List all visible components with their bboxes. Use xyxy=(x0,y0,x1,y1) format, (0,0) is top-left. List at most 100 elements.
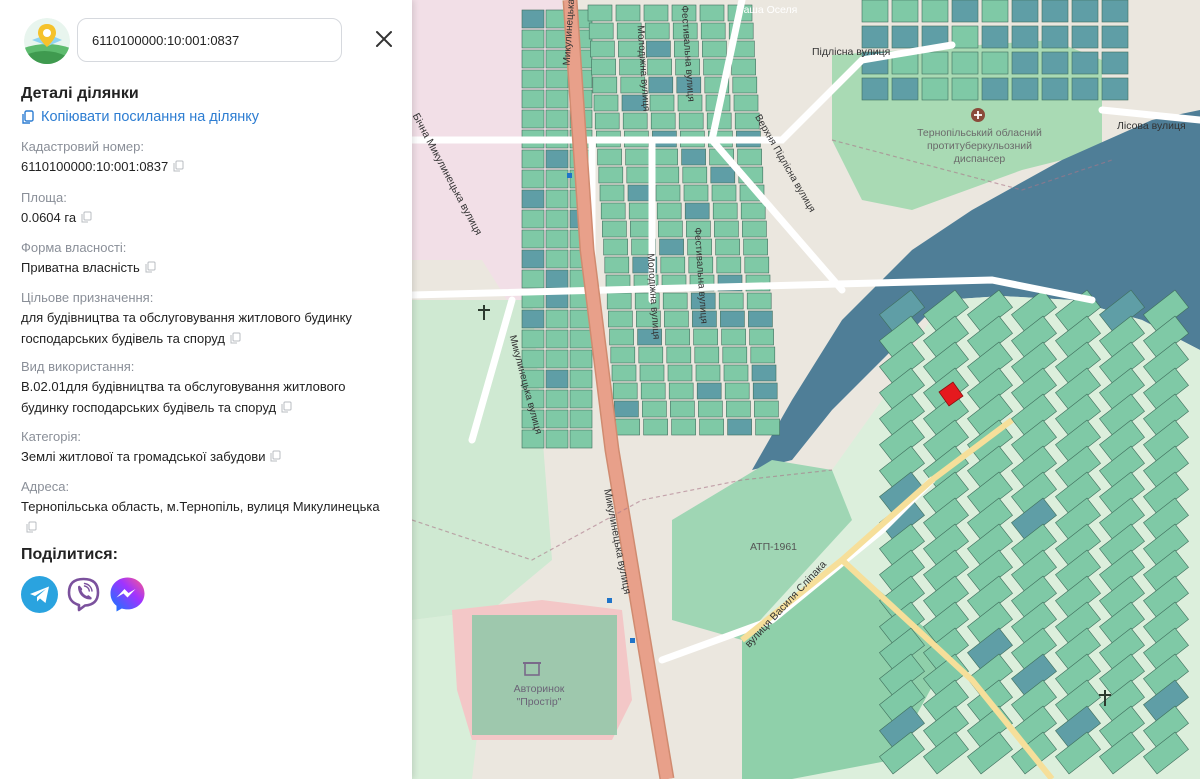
parcel[interactable] xyxy=(647,58,672,76)
parcel[interactable] xyxy=(666,346,692,364)
parcel[interactable] xyxy=(921,77,949,101)
parcel[interactable] xyxy=(1071,0,1099,23)
parcel[interactable] xyxy=(569,329,593,349)
parcel[interactable] xyxy=(981,77,1009,101)
parcel[interactable] xyxy=(569,349,593,369)
parcel[interactable] xyxy=(981,0,1009,23)
parcel[interactable] xyxy=(612,382,638,400)
parcel[interactable] xyxy=(1041,77,1069,101)
parcel[interactable] xyxy=(678,112,704,130)
parcel[interactable] xyxy=(951,25,979,49)
parcel[interactable] xyxy=(609,328,634,346)
parcel[interactable] xyxy=(921,0,949,23)
parcel[interactable] xyxy=(1011,51,1039,75)
parcel[interactable] xyxy=(712,202,738,220)
parcel[interactable] xyxy=(622,112,648,130)
parcel[interactable] xyxy=(718,292,744,310)
parcel[interactable] xyxy=(545,169,569,189)
parcel[interactable] xyxy=(598,166,624,184)
parcel[interactable] xyxy=(696,382,722,400)
parcel[interactable] xyxy=(702,40,727,58)
parcel[interactable] xyxy=(671,418,696,436)
parcel[interactable] xyxy=(724,382,750,400)
parcel[interactable] xyxy=(710,166,736,184)
parcel[interactable] xyxy=(1071,25,1099,49)
parcel[interactable] xyxy=(699,418,724,436)
parcel[interactable] xyxy=(545,89,569,109)
parcel[interactable] xyxy=(569,389,593,409)
parcel[interactable] xyxy=(695,364,721,382)
parcel[interactable] xyxy=(1011,25,1039,49)
parcel[interactable] xyxy=(521,169,545,189)
parcel[interactable] xyxy=(664,310,689,328)
parcel[interactable] xyxy=(655,184,681,202)
parcel[interactable] xyxy=(1041,51,1069,75)
parcel[interactable] xyxy=(592,76,618,94)
parcel[interactable] xyxy=(610,346,636,364)
share-viber-button[interactable] xyxy=(65,576,102,613)
parcel[interactable] xyxy=(569,369,593,389)
parcel[interactable] xyxy=(599,184,625,202)
parcel[interactable] xyxy=(1071,77,1099,101)
parcel[interactable] xyxy=(726,400,751,418)
parcel[interactable] xyxy=(891,0,919,23)
parcel[interactable] xyxy=(521,189,545,209)
parcel[interactable] xyxy=(545,349,569,369)
parcel[interactable] xyxy=(716,256,742,274)
parcel[interactable] xyxy=(861,25,889,49)
parcel[interactable] xyxy=(921,51,949,75)
parcel[interactable] xyxy=(727,418,752,436)
parcel[interactable] xyxy=(545,309,569,329)
parcel[interactable] xyxy=(981,25,1009,49)
parcel[interactable] xyxy=(545,189,569,209)
parcel[interactable] xyxy=(662,292,688,310)
share-telegram-button[interactable] xyxy=(21,576,58,613)
parcel[interactable] xyxy=(603,238,628,256)
parcel[interactable] xyxy=(650,112,676,130)
parcel[interactable] xyxy=(521,269,545,289)
parcel[interactable] xyxy=(638,346,664,364)
parcel[interactable] xyxy=(660,256,686,274)
parcel[interactable] xyxy=(654,166,680,184)
parcel[interactable] xyxy=(545,369,569,389)
parcel[interactable] xyxy=(521,209,545,229)
parcel[interactable] xyxy=(682,166,708,184)
parcel[interactable] xyxy=(1071,51,1099,75)
parcel[interactable] xyxy=(731,58,756,76)
copy-icon[interactable] xyxy=(81,211,92,223)
parcel[interactable] xyxy=(591,58,616,76)
parcel[interactable] xyxy=(545,329,569,349)
parcel[interactable] xyxy=(608,310,633,328)
parcel[interactable] xyxy=(643,418,668,436)
copy-icon[interactable] xyxy=(270,450,281,462)
parcel[interactable] xyxy=(752,382,778,400)
parcel[interactable] xyxy=(748,310,773,328)
parcel[interactable] xyxy=(861,77,889,101)
parcel[interactable] xyxy=(951,77,979,101)
parcel[interactable] xyxy=(744,256,770,274)
parcel[interactable] xyxy=(714,220,739,238)
parcel[interactable] xyxy=(721,328,746,346)
copy-icon[interactable] xyxy=(173,160,184,172)
copy-icon[interactable] xyxy=(230,332,241,344)
parcel[interactable] xyxy=(684,202,710,220)
parcel[interactable] xyxy=(732,76,758,94)
parcel[interactable] xyxy=(720,310,745,328)
parcel[interactable] xyxy=(545,269,569,289)
parcel[interactable] xyxy=(593,94,619,112)
parcel[interactable] xyxy=(668,382,694,400)
parcel[interactable] xyxy=(545,109,569,129)
parcel[interactable] xyxy=(737,148,762,166)
parcel[interactable] xyxy=(521,49,545,69)
parcel[interactable] xyxy=(615,4,641,22)
parcel[interactable] xyxy=(639,364,665,382)
parcel[interactable] xyxy=(754,400,779,418)
parcel[interactable] xyxy=(521,249,545,269)
parcel[interactable] xyxy=(521,69,545,89)
parcel[interactable] xyxy=(545,229,569,249)
parcel[interactable] xyxy=(658,220,683,238)
parcel[interactable] xyxy=(722,346,748,364)
parcel[interactable] xyxy=(751,364,777,382)
close-button[interactable] xyxy=(372,27,396,51)
parcel[interactable] xyxy=(891,25,919,49)
